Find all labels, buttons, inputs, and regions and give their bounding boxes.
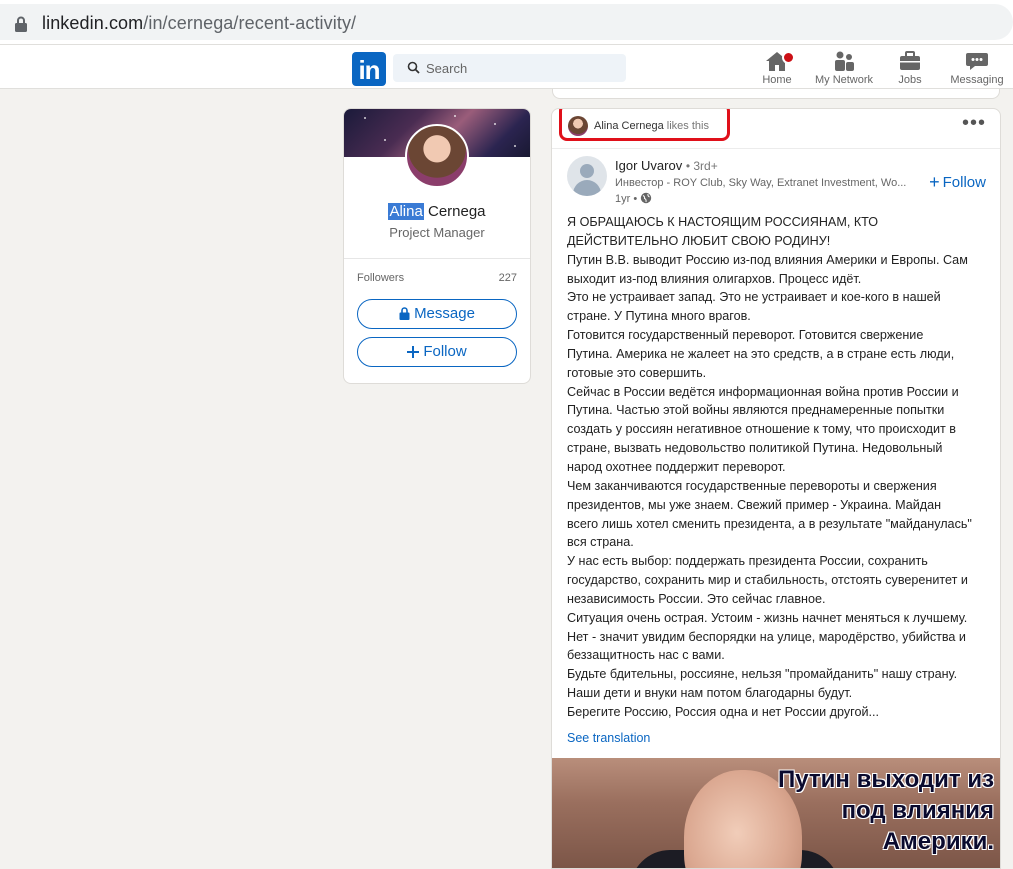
- post-timestamp: 1yr •: [615, 192, 652, 205]
- post-text-line: Это не устраивает запад. Это не устраива…: [567, 290, 941, 305]
- nav-my-network-label: My Network: [814, 74, 874, 86]
- post-time: 1yr •: [615, 193, 638, 205]
- more-options-icon[interactable]: •••: [962, 113, 986, 133]
- url-path: /in/cernega/recent-activity/: [143, 13, 357, 33]
- post-text-line: готовые это совершить.: [567, 365, 707, 380]
- author-headline: Инвестор - ROY Club, Sky Way, Extranet I…: [615, 177, 907, 189]
- profile-name[interactable]: Alina Cernega: [344, 203, 530, 220]
- network-icon: [835, 51, 854, 71]
- post-text-line: Путина. Америка не жалеет на это средств…: [567, 346, 955, 361]
- profile-follow-label: Follow: [423, 343, 467, 360]
- post-text-line: создать у россиян негативное отношение к…: [567, 422, 956, 437]
- globe-icon: [641, 192, 652, 204]
- profile-first-name: Alina: [388, 203, 424, 220]
- author-avatar[interactable]: [567, 156, 607, 196]
- image-caption-line: Путин выходит из: [778, 766, 994, 793]
- post-text-line: государство, сохранить мир и стабильност…: [567, 573, 968, 588]
- plus-icon: [407, 346, 420, 358]
- lock-icon: [15, 16, 27, 32]
- nav-messaging[interactable]: Messaging: [942, 50, 1012, 86]
- linkedin-navbar: in Search Home My Network Jobs Messaging: [0, 44, 1013, 89]
- message-button-label: Message: [414, 305, 475, 322]
- author-follow-label: Follow: [942, 174, 986, 191]
- search-icon: [407, 61, 420, 74]
- post-text-line: Путин В.В. выводит Россию из-под влияния…: [567, 252, 968, 267]
- post-text-line: Ситуация очень острая. Устоим - жизнь на…: [567, 610, 968, 625]
- image-caption-line: Америки.: [882, 828, 994, 855]
- nav-my-network[interactable]: My Network: [809, 50, 879, 86]
- nav-home[interactable]: Home: [742, 50, 812, 86]
- url-text: linkedin.com/in/cernega/recent-activity/: [42, 13, 356, 34]
- profile-follow-button[interactable]: Follow: [357, 337, 517, 367]
- followers-label: Followers: [357, 272, 405, 284]
- post-body: Я ОБРАЩАЮСЬ К НАСТОЯЩИМ РОССИЯНАМ, КТО ДЕ…: [567, 213, 987, 722]
- post-text-line: У нас есть выбор: поддержать президента …: [567, 554, 928, 569]
- followers-count: 227: [498, 272, 517, 284]
- nav-messaging-label: Messaging: [950, 74, 1004, 86]
- post-text-line: Нет - значит увидим беспорядки на улице,…: [567, 629, 966, 644]
- search-placeholder: Search: [426, 61, 468, 76]
- notification-badge: [782, 51, 795, 64]
- search-input[interactable]: Search: [393, 54, 626, 82]
- author-follow-button[interactable]: + Follow: [929, 172, 986, 193]
- profile-avatar[interactable]: [405, 124, 469, 188]
- divider: [344, 258, 530, 259]
- nav-home-label: Home: [762, 74, 792, 86]
- connection-degree: • 3rd+: [685, 159, 718, 173]
- profile-headline: Project Manager: [389, 225, 485, 240]
- post-text-line: Наши дети и внуки нам потом благодарны б…: [567, 686, 853, 701]
- briefcase-icon: [900, 51, 920, 70]
- activity-post-card: Alina Cernega likes this ••• Igor Uvarov…: [551, 108, 1001, 869]
- post-text-line: стране, вызвать недовольство политикой П…: [567, 441, 943, 456]
- post-image[interactable]: Путин выходит из под влияния Америки.: [552, 758, 1000, 868]
- post-text-line: ДЕЙСТВИТЕЛЬНО ЛЮБИТ СВОЮ РОДИНУ!: [567, 233, 831, 248]
- plus-icon: +: [929, 172, 940, 192]
- linkedin-logo[interactable]: in: [352, 52, 386, 86]
- nav-jobs[interactable]: Jobs: [875, 50, 945, 86]
- profile-last-name: Cernega: [427, 203, 486, 220]
- post-text-line: независимость России. Это сейчас главное…: [567, 591, 826, 606]
- post-text-line: Готовится государственный переворот. Гот…: [567, 328, 924, 343]
- previous-card-edge: [552, 89, 1000, 99]
- post-text-line: вся страна.: [567, 535, 634, 550]
- post-text-line: президентов, мы уже знаем. Свежий пример…: [567, 497, 942, 512]
- image-caption-line: под влияния: [841, 797, 994, 824]
- profile-card: Alina Cernega Project Manager Followers …: [343, 108, 531, 384]
- author-name-line: Igor Uvarov • 3rd+: [615, 158, 718, 173]
- url-field[interactable]: linkedin.com/in/cernega/recent-activity/: [0, 4, 1013, 40]
- nav-jobs-label: Jobs: [898, 74, 922, 86]
- image-caption: Путин выходит из под влияния Америки.: [764, 764, 994, 857]
- post-text-line: Берегите Россию, Россия одна и нет Росси…: [567, 704, 880, 719]
- liker-avatar[interactable]: [568, 116, 588, 136]
- post-text-line: всего лишь хотел сменить президента, а в…: [567, 516, 972, 531]
- see-translation-link[interactable]: See translation: [567, 731, 650, 745]
- author-name[interactable]: Igor Uvarov: [615, 158, 682, 173]
- lock-icon: [399, 307, 410, 320]
- post-text-line: Сейчас в России ведётся информационная в…: [567, 384, 959, 399]
- browser-address-bar: linkedin.com/in/cernega/recent-activity/: [0, 0, 1013, 44]
- messaging-icon: [966, 53, 988, 70]
- post-text-line: народ охотнее поддержит переворот.: [567, 459, 786, 474]
- liker-line: Alina Cernega likes this: [594, 120, 709, 132]
- message-button[interactable]: Message: [357, 299, 517, 329]
- post-text-line: стране. У Путина много врагов.: [567, 309, 751, 324]
- post-text-line: беззащитность нас с вами.: [567, 648, 725, 663]
- post-text-line: Я ОБРАЩАЮСЬ К НАСТОЯЩИМ РОССИЯНАМ, КТО: [567, 215, 879, 229]
- liker-name[interactable]: Alina Cernega: [594, 120, 664, 132]
- post-text-line: Чем заканчиваются государственные перево…: [567, 478, 937, 493]
- post-text-line: выходит из-под влияния олигархов. Процес…: [567, 271, 862, 286]
- post-text-line: Путина. Частью этой войны являются предн…: [567, 403, 945, 418]
- url-domain: linkedin.com: [42, 13, 144, 33]
- divider: [552, 148, 1000, 149]
- post-text-line: Будьте бдительны, россияне, нельзя "пром…: [567, 667, 958, 682]
- liker-action: likes this: [666, 120, 709, 132]
